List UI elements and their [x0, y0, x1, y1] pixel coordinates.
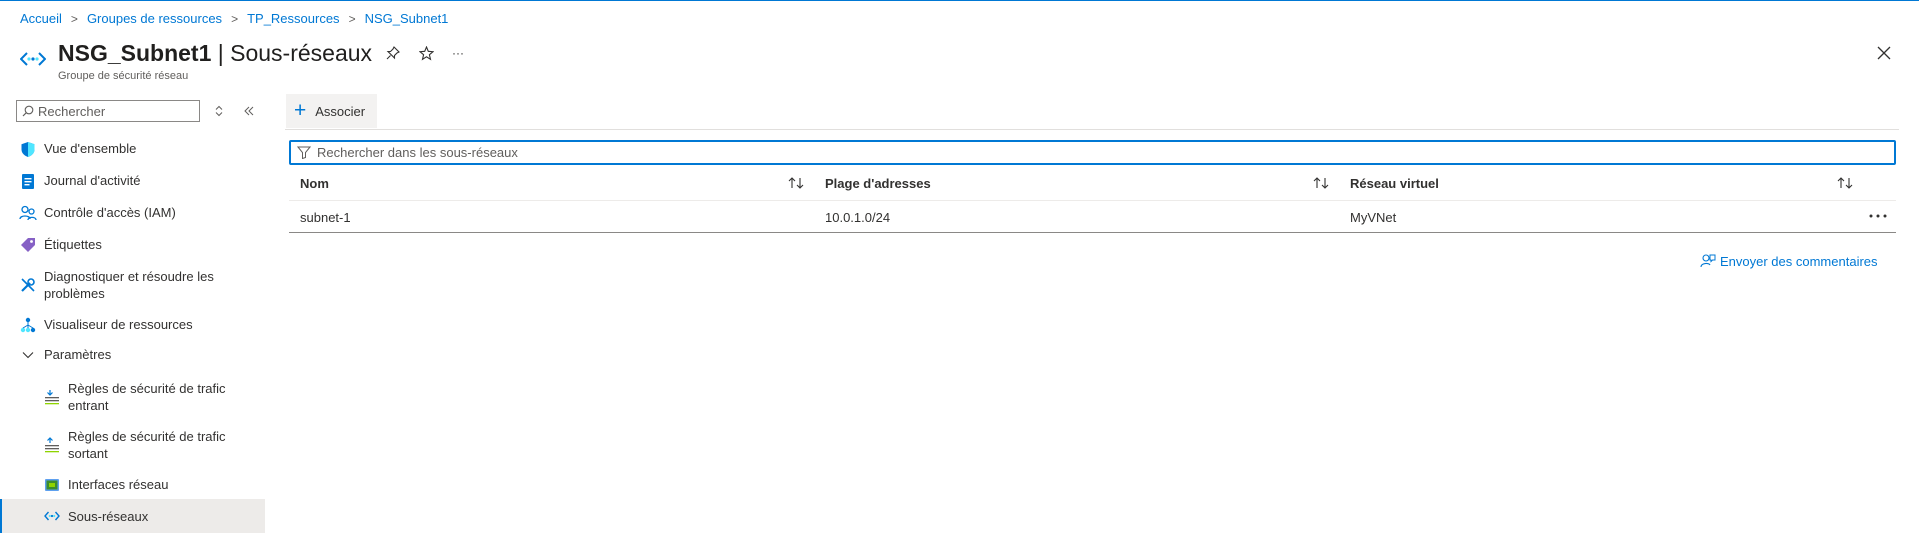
sort-icon[interactable]: [1836, 175, 1854, 191]
table-header: Nom Plage d'adresses Réseau virtuel: [289, 167, 1896, 201]
pin-icon: [386, 46, 400, 60]
sidebar-item-subnets[interactable]: Sous-réseaux: [0, 499, 265, 533]
sidebar-item-tags[interactable]: Étiquettes: [0, 234, 265, 256]
chevron-right-icon: >: [70, 11, 78, 26]
sidebar-item-inbound-rules[interactable]: Règles de sécurité de trafic entrant: [0, 378, 265, 416]
cell-name: subnet-1: [300, 210, 351, 225]
shield-icon: [19, 140, 37, 158]
star-icon: [418, 45, 434, 60]
network-interface-icon: [43, 476, 61, 494]
send-feedback-link[interactable]: Envoyer des commentaires: [1700, 253, 1878, 269]
feedback-icon: [1700, 254, 1716, 268]
sidebar-item-label: Étiquettes: [44, 237, 102, 252]
sort-icon[interactable]: [787, 175, 805, 191]
sidebar-item-label: Vue d'ensemble: [44, 141, 137, 156]
sidebar-item-label: Journal d'activité: [44, 173, 141, 188]
sidebar-search-input[interactable]: [38, 103, 193, 119]
resource-type-subtitle: Groupe de sécurité réseau: [58, 70, 189, 82]
column-header-address-range[interactable]: Plage d'adresses: [825, 176, 931, 191]
sidebar-item-outbound-rules[interactable]: Règles de sécurité de trafic sortant: [0, 426, 265, 464]
command-bar: [285, 94, 1899, 130]
sidebar-item-activity-log[interactable]: Journal d'activité: [0, 170, 265, 192]
breadcrumb-resource-group[interactable]: TP_Ressources: [247, 11, 339, 26]
sidebar-item-label: Contrôle d'accès (IAM): [44, 205, 176, 220]
tag-icon: [19, 236, 37, 254]
column-header-name[interactable]: Nom: [300, 176, 329, 191]
more-horizontal-icon: [1869, 214, 1887, 218]
breadcrumb-nsg[interactable]: NSG_Subnet1: [365, 11, 449, 26]
sidebar-group-settings[interactable]: Paramètres: [0, 344, 265, 366]
breadcrumb: Accueil > Groupes de ressources > TP_Res…: [20, 11, 448, 26]
more-options-button[interactable]: ···: [449, 44, 467, 62]
send-feedback-label: Envoyer des commentaires: [1720, 253, 1878, 269]
sidebar-item-label: Sous-réseaux: [68, 509, 149, 524]
sidebar-item-label: Visualiseur de ressources: [44, 317, 193, 332]
inbound-rules-icon: [43, 388, 61, 406]
section-title: | Sous-réseaux: [217, 40, 373, 66]
people-icon: [19, 204, 37, 222]
outbound-rules-icon: [43, 436, 61, 454]
hierarchy-icon: [19, 316, 37, 334]
expand-collapse-toggle[interactable]: [212, 103, 226, 119]
chevron-up-down-icon: [215, 105, 223, 117]
column-header-virtual-network[interactable]: Réseau virtuel: [1350, 176, 1439, 191]
resource-name: NSG_Subnet1: [58, 40, 212, 66]
cell-address-range: 10.0.1.0/24: [825, 210, 891, 225]
collapse-sidebar-button[interactable]: [242, 103, 256, 119]
double-chevron-left-icon: [244, 106, 254, 116]
associate-label: Associer: [315, 103, 366, 119]
filter-icon: [297, 146, 311, 159]
cell-virtual-network: MyVNet: [1350, 210, 1397, 225]
sort-icon[interactable]: [1312, 175, 1330, 191]
sidebar-item-label: Interfaces réseau: [68, 477, 169, 492]
sidebar-group-label: Paramètres: [44, 347, 112, 362]
sidebar-item-label: Règles de sécurité de trafic sortant: [68, 429, 226, 461]
close-icon[interactable]: [1874, 43, 1894, 63]
sidebar-item-resource-visualizer[interactable]: Visualiseur de ressources: [0, 314, 265, 336]
plus-icon: +: [294, 99, 307, 122]
sidebar-item-iam[interactable]: Contrôle d'accès (IAM): [0, 202, 265, 224]
top-accent-line: [0, 0, 1919, 1]
subnet-filter: [289, 140, 1896, 165]
sidebar-item-label: Diagnostiquer et résoudre les problèmes: [44, 269, 214, 301]
associate-button[interactable]: + Associer: [286, 94, 378, 128]
pin-button[interactable]: [384, 44, 402, 62]
sidebar-item-label: Règles de sécurité de trafic entrant: [68, 381, 226, 413]
wrench-icon: [19, 276, 37, 294]
chevron-right-icon: >: [348, 11, 356, 26]
table-row[interactable]: subnet-1 10.0.1.0/24 MyVNet: [289, 200, 1896, 233]
favorite-button[interactable]: [417, 44, 435, 62]
breadcrumb-resource-groups[interactable]: Groupes de ressources: [87, 11, 222, 26]
subnet-icon: [43, 507, 61, 525]
chevron-right-icon: >: [231, 11, 239, 26]
page-title: NSG_Subnet1 | Sous-réseaux: [58, 40, 372, 67]
row-more-button[interactable]: [1866, 208, 1890, 224]
sidebar-item-diagnose[interactable]: Diagnostiquer et résoudre les problèmes: [0, 266, 265, 304]
nsg-resource-icon: [20, 52, 46, 66]
chevron-down-icon: [19, 346, 37, 364]
subnet-filter-input[interactable]: [317, 145, 1867, 160]
sidebar-item-overview[interactable]: Vue d'ensemble: [0, 138, 265, 160]
activity-log-icon: [19, 172, 37, 190]
sidebar-item-network-interfaces[interactable]: Interfaces réseau: [0, 474, 265, 496]
sidebar-search: [16, 100, 200, 122]
search-icon: [22, 105, 34, 117]
breadcrumb-home[interactable]: Accueil: [20, 11, 62, 26]
